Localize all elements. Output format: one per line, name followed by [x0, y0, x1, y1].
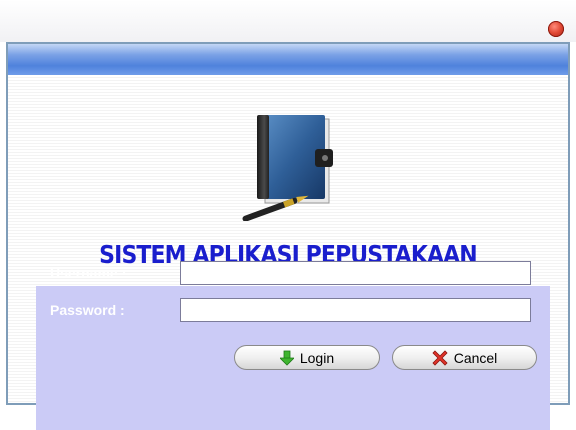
cancel-button[interactable]: Cancel	[392, 345, 537, 370]
password-label: Password :	[50, 302, 125, 318]
cancel-label: Cancel	[453, 349, 498, 366]
green-down-arrow-icon	[278, 350, 295, 366]
username-label: Username :	[50, 265, 127, 281]
red-x-icon	[432, 349, 448, 366]
login-label: Login	[299, 349, 335, 366]
password-input[interactable]	[180, 298, 531, 322]
book-with-pen-icon	[242, 115, 333, 221]
close-icon[interactable]	[548, 21, 564, 37]
login-button[interactable]: Login	[234, 345, 380, 370]
title-bar	[0, 0, 576, 42]
username-input[interactable]	[180, 261, 531, 285]
login-window: SISTEM APLIKASI PEPUSTAKAAN Username : P…	[0, 0, 576, 430]
header-bar	[8, 44, 568, 75]
